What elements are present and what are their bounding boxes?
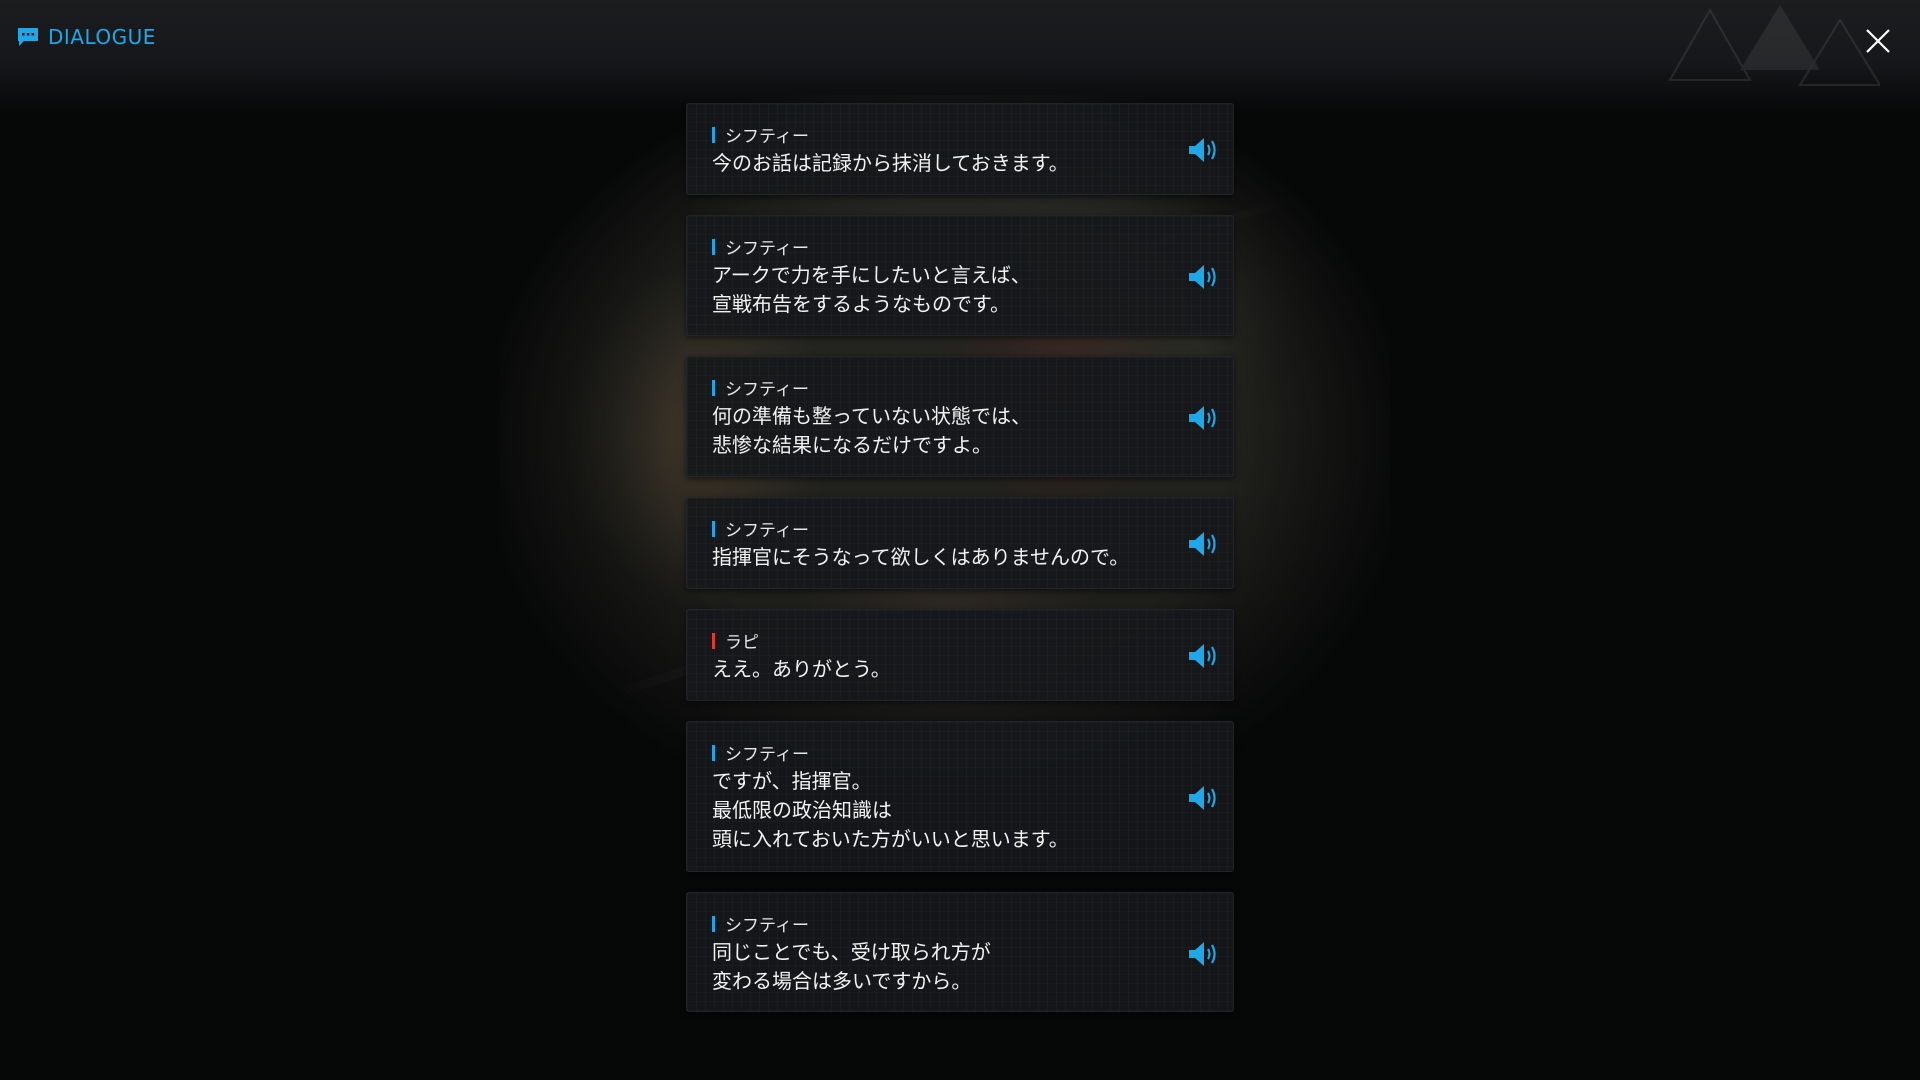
speaker-name: ラピ	[712, 628, 759, 653]
speaker-volume-icon	[1189, 942, 1216, 966]
speaker-name: シフティー	[712, 234, 809, 259]
speaker-name-label: シフティー	[725, 127, 809, 147]
speaker-name: シフティー	[712, 375, 809, 400]
chat-bubble-icon	[18, 28, 38, 46]
speaker-name-label: シフティー	[725, 521, 809, 541]
speaker-name-label: シフティー	[725, 380, 809, 400]
close-icon	[1866, 29, 1890, 53]
speaker-marker	[712, 520, 715, 537]
speaker-marker	[712, 744, 715, 761]
play-voice-button[interactable]	[1188, 642, 1222, 670]
speaker-name-label: シフティー	[725, 916, 809, 936]
play-voice-button[interactable]	[1188, 940, 1222, 968]
speaker-name-label: シフティー	[725, 745, 809, 765]
play-voice-button[interactable]	[1188, 263, 1222, 291]
speaker-marker	[712, 238, 715, 255]
speaker-volume-icon	[1189, 644, 1216, 668]
speaker-marker	[712, 632, 715, 649]
play-voice-button[interactable]	[1188, 784, 1222, 812]
play-voice-button[interactable]	[1188, 136, 1222, 164]
play-voice-button[interactable]	[1188, 530, 1222, 558]
speaker-name: シフティー	[712, 122, 809, 147]
header-decoration	[1668, 5, 1880, 86]
speaker-marker	[712, 379, 715, 396]
close-button[interactable]	[1862, 25, 1894, 57]
dialogue-entry: シフティー 何の準備も整っていない状態では、 悲惨な結果になるだけですよ。	[686, 356, 1234, 477]
speaker-volume-icon	[1189, 786, 1216, 810]
dialogue-text: ですが、指揮官。 最低限の政治知識は 頭に入れておいた方がいいと思います。	[712, 769, 1069, 851]
speaker-name: シフティー	[712, 516, 809, 541]
dialogue-log-screen: DIALOGUE シフティー 今のお話は記録から抹消しておきます。 シフティー …	[0, 0, 1920, 1080]
speaker-name-label: ラピ	[725, 633, 759, 653]
dialogue-entry: シフティー ですが、指揮官。 最低限の政治知識は 頭に入れておいた方がいいと思い…	[686, 721, 1234, 872]
speaker-volume-icon	[1189, 532, 1216, 556]
dialogue-text: 何の準備も整っていない状態では、 悲惨な結果になるだけですよ。	[712, 404, 1031, 457]
dialogue-text: アークで力を手にしたいと言えば、 宣戦布告をするようなものです。	[712, 263, 1031, 316]
top-bar: DIALOGUE	[0, 0, 1920, 115]
speaker-name-label: シフティー	[725, 239, 809, 259]
dialogue-entry: ラピ ええ。ありがとう。	[686, 609, 1234, 701]
speaker-name: シフティー	[712, 740, 809, 765]
dialogue-title: DIALOGUE	[17, 25, 156, 49]
dialogue-entry: シフティー 今のお話は記録から抹消しておきます。	[686, 103, 1234, 195]
dialogue-entry: シフティー 同じことでも、受け取られ方が 変わる場合は多いですから。	[686, 892, 1234, 1012]
dialogue-text: 同じことでも、受け取られ方が 変わる場合は多いですから。	[712, 940, 991, 993]
dialogue-text: 指揮官にそうなって欲しくはありませんので。	[712, 545, 1130, 569]
speaker-marker	[712, 126, 715, 143]
dialogue-text: 今のお話は記録から抹消しておきます。	[712, 151, 1069, 175]
speaker-name: シフティー	[712, 911, 809, 936]
dialogue-text: ええ。ありがとう。	[712, 657, 891, 681]
speaker-volume-icon	[1189, 406, 1216, 430]
dialogue-entry: シフティー アークで力を手にしたいと言えば、 宣戦布告をするようなものです。	[686, 215, 1234, 336]
speaker-volume-icon	[1189, 138, 1216, 162]
speaker-marker	[712, 915, 715, 932]
dialogue-entry: シフティー 指揮官にそうなって欲しくはありませんので。	[686, 497, 1234, 589]
play-voice-button[interactable]	[1188, 404, 1222, 432]
dialogue-title-label: DIALOGUE	[48, 25, 156, 49]
speaker-volume-icon	[1189, 265, 1216, 289]
